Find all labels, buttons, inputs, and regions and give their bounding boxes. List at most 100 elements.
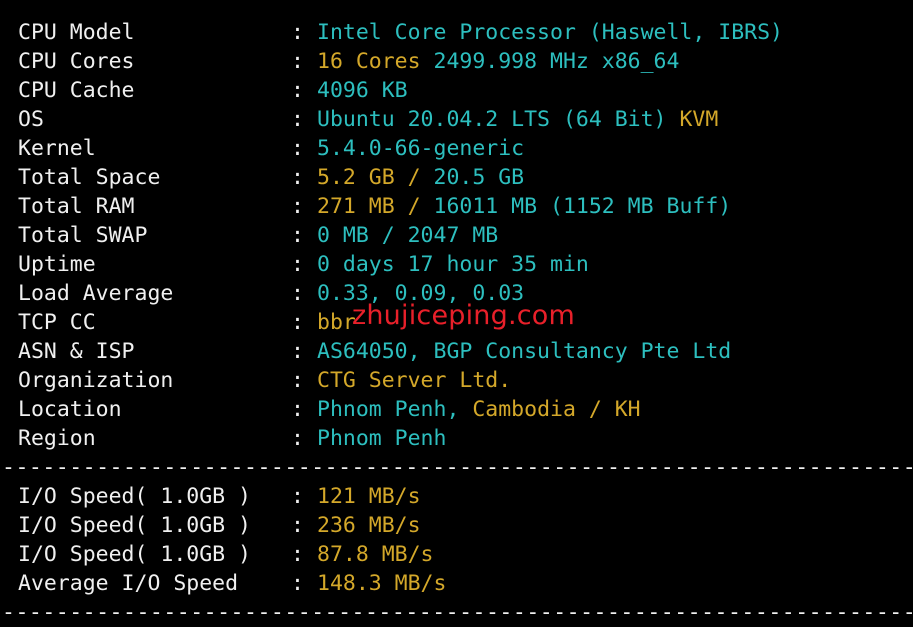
info-row: ASN & ISP: AS64050, BGP Consultancy Pte L… (18, 337, 913, 366)
info-label: Total SWAP (18, 223, 148, 248)
info-label: ASN & ISP (18, 339, 135, 364)
divider: ----------------------------------------… (2, 455, 913, 480)
info-value-segment: KVM (679, 107, 719, 132)
info-value: Ubuntu 20.04.2 LTS (64 Bit) KVM (317, 105, 718, 134)
info-label: CPU Cache (18, 78, 135, 103)
info-value-segment: 148.3 MB/s (317, 571, 447, 596)
info-value-segment: Cambodia / KH (472, 397, 641, 422)
info-label: Kernel (18, 136, 96, 161)
info-row: CPU Model: Intel Core Processor (Haswell,… (18, 18, 913, 47)
info-label: Region (18, 426, 96, 451)
separator-colon: : (291, 223, 304, 248)
info-label: Uptime (18, 252, 96, 277)
info-row: I/O Speed( 1.0GB ):236 MB/s (18, 511, 913, 540)
info-value: 236 MB/s (317, 511, 421, 540)
info-value-segment: 0 days 17 hour 35 min (317, 252, 589, 277)
info-value: 16 Cores 2499.998 MHz x86_64 (317, 47, 679, 76)
info-row: Uptime:0 days 17 hour 35 min (18, 250, 913, 279)
info-row: Kernel:5.4.0-66-generic (18, 134, 913, 163)
separator-colon: : (291, 107, 304, 132)
info-value-segment: Intel Core Processor (Haswell, IBRS) (317, 20, 783, 45)
separator-colon: : (291, 194, 304, 219)
info-value-segment: 271 MB / (317, 194, 434, 219)
separator-colon: : (291, 426, 304, 451)
info-value-segment: 5.2 GB / (317, 165, 434, 190)
info-label: I/O Speed( 1.0GB ) (18, 513, 251, 538)
info-value-segment: bbr (317, 310, 356, 335)
info-row: Average I/O Speed:148.3 MB/s (18, 569, 913, 598)
info-row: Location: Phnom Penh, Cambodia / KH (18, 395, 913, 424)
info-row: CPU Cores:16 Cores 2499.998 MHz x86_64 (18, 47, 913, 76)
separator-colon: : (291, 484, 304, 509)
info-value-segment: 16 Cores (317, 49, 434, 74)
separator-colon: : (291, 252, 304, 277)
system-info-section: CPU Model: Intel Core Processor (Haswell,… (18, 18, 913, 453)
separator-colon: : (291, 78, 304, 103)
info-label: I/O Speed( 1.0GB ) (18, 484, 251, 509)
info-value: 5.4.0-66-generic (317, 134, 524, 163)
separator-colon: : (291, 281, 304, 306)
info-label: Organization (18, 368, 174, 393)
info-value: 271 MB / 16011 MB (1152 MB Buff) (317, 192, 731, 221)
info-row: I/O Speed( 1.0GB ):121 MB/s (18, 482, 913, 511)
info-value-segment: 2047 MB (407, 223, 499, 248)
io-speed-section: I/O Speed( 1.0GB ):121 MB/s I/O Speed( 1.… (18, 482, 913, 598)
separator-colon: : (291, 20, 304, 45)
separator-colon: : (291, 49, 304, 74)
info-label: Total RAM (18, 194, 135, 219)
info-value: 0 MB / 2047 MB (317, 221, 498, 250)
divider: ----------------------------------------… (2, 600, 913, 625)
info-row: Total SWAP:0 MB / 2047 MB (18, 221, 913, 250)
info-label: CPU Cores (18, 49, 135, 74)
info-value-segment: 121 MB/s (317, 484, 421, 509)
info-value: AS64050, BGP Consultancy Pte Ltd (317, 337, 731, 366)
info-value-segment: 87.8 MB/s (317, 542, 434, 567)
info-value: 87.8 MB/s (317, 540, 434, 569)
separator-colon: : (291, 397, 304, 422)
separator-colon: : (291, 368, 304, 393)
info-value: 4096 KB (317, 76, 408, 105)
info-value-segment: (1152 MB Buff) (550, 194, 732, 219)
info-value: 121 MB/s (317, 482, 421, 511)
info-value-segment: 4096 KB (317, 78, 408, 103)
info-label: I/O Speed( 1.0GB ) (18, 542, 251, 567)
info-row: OS: Ubuntu 20.04.2 LTS (64 Bit) KVM (18, 105, 913, 134)
info-value-segment: 16011 MB (433, 194, 550, 219)
info-value-segment: 5.4.0-66-generic (317, 136, 525, 161)
info-value: CTG Server Ltd. (317, 366, 511, 395)
info-value-segment: 20.5 GB (433, 165, 525, 190)
info-row: CPU Cache:4096 KB (18, 76, 913, 105)
info-value: Phnom Penh (317, 424, 446, 453)
info-value-segment: Phnom Penh, (317, 397, 473, 422)
separator-colon: : (291, 136, 304, 161)
info-value: Phnom Penh, Cambodia / KH (317, 395, 641, 424)
info-value-segment: Ubuntu 20.04.2 LTS (64 Bit) (317, 107, 680, 132)
info-value-segment: CTG Server Ltd. (317, 368, 512, 393)
info-value-segment: 0 MB / (317, 223, 408, 248)
info-row: Total RAM:271 MB / 16011 MB (1152 MB Buf… (18, 192, 913, 221)
info-value: 0 days 17 hour 35 min (317, 250, 589, 279)
info-label: Total Space (18, 165, 161, 190)
info-value: bbr (317, 308, 356, 337)
info-value-segment: 2499.998 MHz x86_64 (433, 49, 680, 74)
separator-colon: : (291, 165, 304, 190)
info-row: I/O Speed( 1.0GB ):87.8 MB/s (18, 540, 913, 569)
info-row: Organization: CTG Server Ltd. (18, 366, 913, 395)
info-label: CPU Model (18, 20, 135, 45)
separator-colon: : (291, 339, 304, 364)
info-label: OS (18, 107, 44, 132)
separator-colon: : (291, 571, 304, 596)
info-value-segment: 236 MB/s (317, 513, 421, 538)
info-label: TCP CC (18, 310, 96, 335)
separator-colon: : (291, 310, 304, 335)
info-value-segment: AS64050, BGP Consultancy Pte Ltd (317, 339, 732, 364)
info-row: Region: Phnom Penh (18, 424, 913, 453)
info-value: 148.3 MB/s (317, 569, 446, 598)
info-label: Location (18, 397, 122, 422)
info-row: Total Space:5.2 GB / 20.5 GB (18, 163, 913, 192)
info-value: Intel Core Processor (Haswell, IBRS) (317, 18, 783, 47)
info-value-segment: Phnom Penh (317, 426, 447, 451)
watermark-text: zhujiceping.com (352, 300, 575, 331)
info-value: 5.2 GB / 20.5 GB (317, 163, 524, 192)
info-label: Average I/O Speed (18, 571, 239, 596)
